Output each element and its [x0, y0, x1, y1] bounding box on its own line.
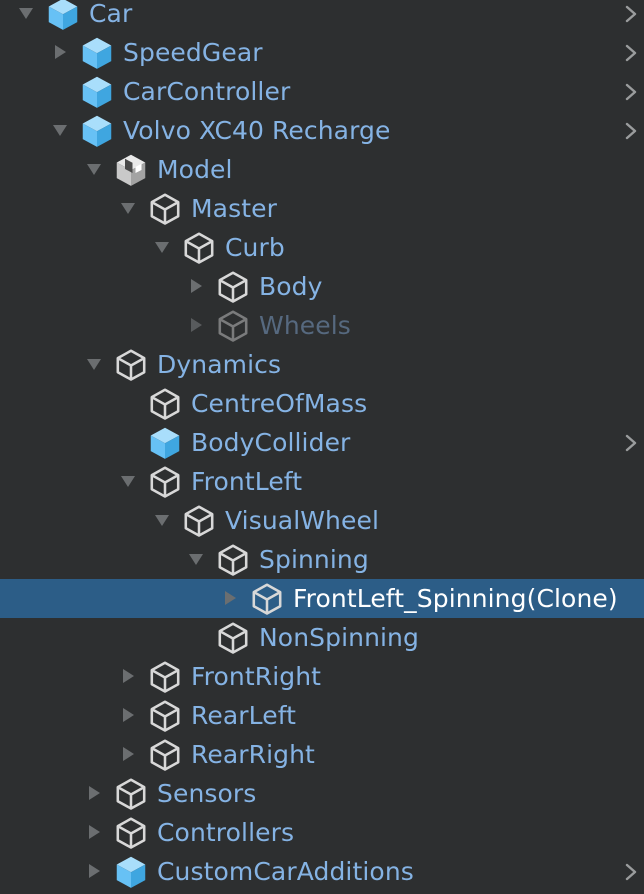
expand-arrow-right-icon[interactable] [48, 40, 72, 64]
hierarchy-panel: Car SpeedGear CarController Volvo XC40 Rech… [0, 0, 644, 888]
gameobject-icon [147, 698, 183, 734]
row-label: FrontLeft [191, 467, 303, 496]
row-label: RearRight [191, 740, 315, 769]
gameobject-icon [147, 191, 183, 227]
expand-arrow-right-icon[interactable] [82, 781, 106, 805]
hierarchy-row-model[interactable]: Model [0, 150, 644, 189]
gameobject-icon [215, 620, 251, 656]
row-label: Car [89, 0, 133, 28]
gameobject-icon [147, 659, 183, 695]
expand-arrow-down-icon[interactable] [150, 235, 174, 259]
hierarchy-row-nonspinning[interactable]: NonSpinning [0, 618, 644, 657]
prefab-cube-icon [45, 0, 81, 32]
gameobject-icon [181, 230, 217, 266]
model-prefab-icon [113, 152, 149, 188]
row-label: Spinning [259, 545, 369, 574]
hierarchy-row-carcontroller[interactable]: CarController [0, 72, 644, 111]
row-label: Dynamics [157, 350, 282, 379]
row-label: NonSpinning [259, 623, 419, 652]
hierarchy-row-visualwheel[interactable]: VisualWheel [0, 501, 644, 540]
hierarchy-row-dynamics[interactable]: Dynamics [0, 345, 644, 384]
gameobject-icon [215, 269, 251, 305]
row-label: Volvo XC40 Recharge [123, 116, 391, 145]
gameobject-icon [249, 581, 285, 617]
hierarchy-row-frontright[interactable]: FrontRight [0, 657, 644, 696]
expand-arrow-right-icon[interactable] [218, 586, 242, 610]
gameobject-icon [181, 503, 217, 539]
expand-arrow-right-icon[interactable] [82, 820, 106, 844]
row-label: RearLeft [191, 701, 297, 730]
row-label: CentreOfMass [191, 389, 368, 418]
expand-arrow-down-icon[interactable] [116, 469, 140, 493]
open-prefab-chevron-icon[interactable] [622, 41, 640, 65]
hierarchy-row-frontleft[interactable]: FrontLeft [0, 462, 644, 501]
row-label: Curb [225, 233, 285, 262]
open-prefab-chevron-icon[interactable] [622, 431, 640, 455]
prefab-cube-icon [113, 854, 149, 890]
hierarchy-row-rearleft[interactable]: RearLeft [0, 696, 644, 735]
row-label: Body [259, 272, 323, 301]
hierarchy-row-controllers[interactable]: Controllers [0, 813, 644, 852]
hierarchy-row-frontleft-spinning-clone[interactable]: FrontLeft_Spinning(Clone) [0, 579, 644, 618]
expand-arrow-right-icon[interactable] [184, 313, 208, 337]
gameobject-icon [113, 347, 149, 383]
gameobject-icon [215, 542, 251, 578]
gameobject-icon [113, 776, 149, 812]
prefab-cube-icon [79, 35, 115, 71]
hierarchy-row-speedgear[interactable]: SpeedGear [0, 33, 644, 72]
row-label: Sensors [157, 779, 257, 808]
gameobject-icon [147, 386, 183, 422]
hierarchy-row-volvo-xc40-recharge[interactable]: Volvo XC40 Recharge [0, 111, 644, 150]
expand-arrow-down-icon[interactable] [82, 157, 106, 181]
prefab-cube-icon [79, 113, 115, 149]
row-label: Model [157, 155, 233, 184]
hierarchy-row-car[interactable]: Car [0, 0, 644, 33]
row-label: BodyCollider [191, 428, 351, 457]
row-label: SpeedGear [123, 38, 263, 67]
gameobject-icon [113, 815, 149, 851]
gameobject-icon [147, 737, 183, 773]
hierarchy-row-body[interactable]: Body [0, 267, 644, 306]
gameobject-icon [147, 464, 183, 500]
open-prefab-chevron-icon[interactable] [622, 80, 640, 104]
expand-arrow-right-icon[interactable] [116, 664, 140, 688]
expand-arrow-down-icon[interactable] [82, 352, 106, 376]
gameobject-icon [215, 308, 251, 344]
expand-arrow-down-icon[interactable] [14, 1, 38, 25]
expand-arrow-right-icon[interactable] [116, 742, 140, 766]
hierarchy-row-rearright[interactable]: RearRight [0, 735, 644, 774]
row-label: Master [191, 194, 277, 223]
row-label: Controllers [157, 818, 295, 847]
open-prefab-chevron-icon[interactable] [622, 2, 640, 26]
row-label: Wheels [259, 311, 351, 340]
row-label: FrontRight [191, 662, 322, 691]
expand-arrow-right-icon[interactable] [82, 859, 106, 883]
row-label: CustomCarAdditions [157, 857, 414, 886]
hierarchy-row-spinning[interactable]: Spinning [0, 540, 644, 579]
expand-arrow-right-icon[interactable] [184, 274, 208, 298]
expand-arrow-down-icon[interactable] [48, 118, 72, 142]
row-label: CarController [123, 77, 291, 106]
hierarchy-row-curb[interactable]: Curb [0, 228, 644, 267]
expand-arrow-right-icon[interactable] [116, 703, 140, 727]
hierarchy-row-wheels[interactable]: Wheels [0, 306, 644, 345]
open-prefab-chevron-icon[interactable] [622, 860, 640, 884]
expand-arrow-down-icon[interactable] [184, 547, 208, 571]
row-label: VisualWheel [225, 506, 380, 535]
hierarchy-row-centreofmass[interactable]: CentreOfMass [0, 384, 644, 423]
expand-arrow-down-icon[interactable] [116, 196, 140, 220]
hierarchy-row-master[interactable]: Master [0, 189, 644, 228]
hierarchy-row-bodycollider[interactable]: BodyCollider [0, 423, 644, 462]
row-label: FrontLeft_Spinning(Clone) [293, 584, 618, 613]
expand-arrow-down-icon[interactable] [150, 508, 174, 532]
hierarchy-row-sensors[interactable]: Sensors [0, 774, 644, 813]
prefab-cube-icon [147, 425, 183, 461]
hierarchy-row-customcaradditions[interactable]: CustomCarAdditions [0, 852, 644, 891]
prefab-cube-icon [79, 74, 115, 110]
open-prefab-chevron-icon[interactable] [622, 119, 640, 143]
